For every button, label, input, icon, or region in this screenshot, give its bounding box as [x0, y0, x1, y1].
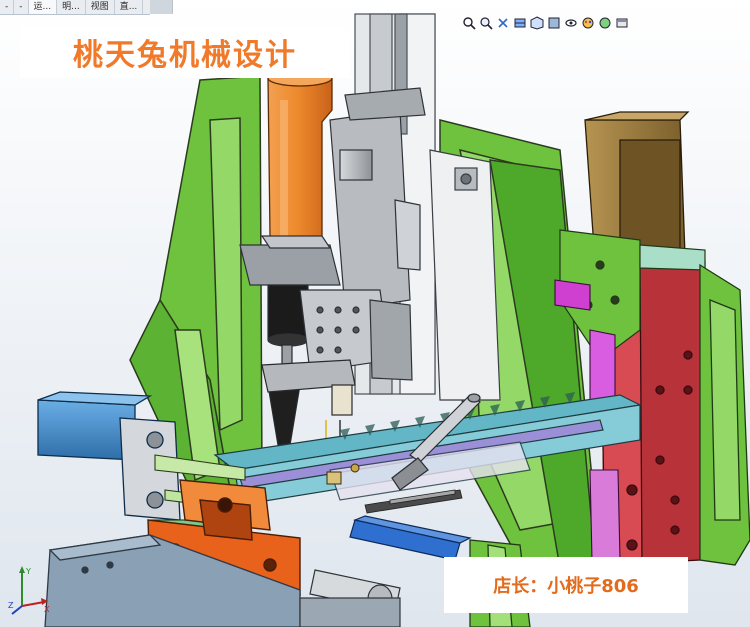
assembly-model[interactable] — [0, 0, 750, 627]
zoom-area-icon[interactable] — [478, 16, 493, 31]
edit-appearance-icon[interactable] — [580, 16, 595, 31]
shop-owner-label: 店长：小桃子806 — [444, 557, 688, 613]
command-tab-bar: - - 运... 明... 视图 直... — [0, 0, 150, 15]
tab-direct[interactable]: 直... — [115, 0, 144, 14]
tab-0[interactable]: - — [0, 0, 15, 14]
heads-up-view-toolbar — [461, 14, 629, 32]
display-style-icon[interactable] — [546, 16, 561, 31]
view-orientation-icon[interactable] — [529, 16, 544, 31]
zoom-to-fit-icon[interactable] — [461, 16, 476, 31]
rear-plate[interactable] — [429, 149, 501, 401]
cad-graphics-area[interactable] — [0, 0, 750, 627]
apply-scene-icon[interactable] — [597, 16, 612, 31]
triad-x-label: X — [44, 605, 50, 614]
triad-z-label: Z — [8, 601, 14, 610]
triad-y-label: Y — [25, 567, 31, 576]
tab-bar-spacer — [150, 0, 173, 14]
title-text: 桃天兔机械设计 — [73, 38, 297, 73]
tab-evaluate[interactable]: 运... — [28, 0, 58, 14]
view-settings-icon[interactable] — [614, 16, 629, 31]
triad-z-axis — [11, 605, 23, 615]
previous-view-icon[interactable] — [495, 16, 510, 31]
tab-1[interactable]: - — [14, 0, 29, 14]
reference-triad: Y X Z — [8, 566, 50, 615]
triad-x-axis — [21, 601, 45, 607]
shop-owner-text: 店长：小桃子806 — [493, 576, 639, 597]
tab-view[interactable]: 视图 — [86, 0, 115, 14]
tab-explain[interactable]: 明... — [57, 0, 86, 14]
title-watermark: 桃天兔机械设计 — [20, 26, 350, 78]
orange-spindle[interactable] — [267, 69, 333, 249]
section-view-icon[interactable] — [512, 16, 527, 31]
hide-show-items-icon[interactable] — [563, 16, 578, 31]
